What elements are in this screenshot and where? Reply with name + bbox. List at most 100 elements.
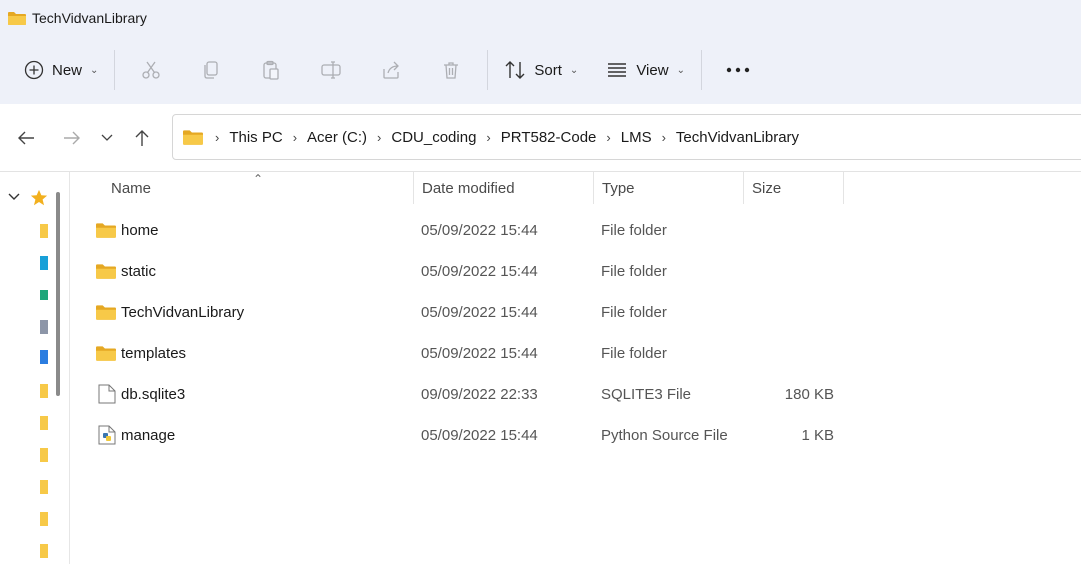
file-size — [740, 292, 834, 332]
window-title: TechVidvanLibrary — [32, 10, 147, 26]
sort-button[interactable]: Sort ⌄ — [494, 50, 588, 90]
nav-folder-icon[interactable] — [40, 416, 48, 430]
copy-button[interactable] — [181, 50, 241, 90]
view-lines-icon — [608, 63, 627, 77]
chevron-right-icon: › — [606, 129, 611, 145]
column-header-name[interactable]: Name — [103, 172, 414, 204]
file-name-cell: home — [96, 210, 159, 250]
file-row[interactable]: db.sqlite3 09/09/2022 22:33 SQLITE3 File… — [90, 374, 850, 414]
file-row[interactable]: manage 05/09/2022 15:44 Python Source Fi… — [90, 415, 850, 455]
nav-pictures-icon[interactable] — [40, 350, 48, 364]
arrow-right-icon — [64, 131, 80, 144]
breadcrumb-item[interactable]: Acer (C:) — [303, 129, 371, 146]
nav-folder-icon[interactable] — [40, 384, 48, 398]
paste-button[interactable] — [241, 50, 301, 90]
command-bar: New ⌄ Sort ⌄ View ⌄ — [0, 36, 1081, 104]
new-label: New — [52, 61, 83, 79]
scissors-icon — [142, 61, 161, 79]
file-name: TechVidvanLibrary — [121, 303, 245, 321]
file-name-cell: templates — [96, 333, 186, 373]
file-name-cell: TechVidvanLibrary — [96, 292, 244, 332]
address-bar[interactable]: › This PC › Acer (C:) › CDU_coding › PRT… — [172, 114, 1081, 160]
chevron-right-icon: › — [215, 129, 220, 145]
file-name-cell: static — [96, 251, 156, 291]
toolbar-divider — [700, 50, 702, 90]
chevron-down-icon: ⌄ — [90, 64, 99, 76]
breadcrumb-item[interactable]: This PC — [225, 129, 286, 146]
folder-icon — [96, 346, 116, 361]
chevron-down-icon: ⌄ — [569, 64, 579, 76]
file-name-cell: manage — [96, 415, 175, 455]
new-button[interactable]: New ⌄ — [14, 50, 108, 90]
view-button[interactable]: View ⌄ — [596, 50, 695, 90]
share-icon — [383, 61, 400, 79]
nav-folder-icon[interactable] — [40, 480, 48, 494]
navigation-pane — [0, 172, 70, 564]
nav-downloads-icon[interactable] — [40, 290, 48, 300]
file-type: File folder — [601, 344, 667, 362]
back-button[interactable] — [6, 118, 46, 158]
address-row: › This PC › Acer (C:) › CDU_coding › PRT… — [0, 104, 1081, 172]
clipboard-icon — [263, 60, 280, 80]
breadcrumb-item[interactable]: PRT582-Code — [497, 129, 601, 146]
nav-folder-icon[interactable] — [40, 448, 48, 462]
file-name: static — [121, 262, 157, 280]
file-row[interactable]: home 05/09/2022 15:44 File folder — [90, 210, 850, 250]
nav-folder-icon[interactable] — [40, 224, 48, 238]
column-header-type[interactable]: Type — [594, 172, 744, 204]
file-row[interactable]: TechVidvanLibrary 05/09/2022 15:44 File … — [90, 292, 850, 332]
rename-button[interactable] — [301, 50, 361, 90]
more-dots-icon — [726, 67, 750, 73]
chevron-down-icon — [101, 134, 113, 141]
file-type: SQLITE3 File — [601, 385, 692, 403]
file-type: File folder — [601, 303, 667, 321]
python-file-icon — [98, 425, 116, 445]
view-label: View — [636, 61, 669, 79]
cut-button[interactable] — [121, 50, 181, 90]
file-name: db.sqlite3 — [121, 385, 186, 403]
file-name: manage — [121, 426, 176, 444]
nav-folder-icon[interactable] — [40, 512, 48, 526]
file-row[interactable]: static 05/09/2022 15:44 File folder — [90, 251, 850, 291]
file-size: 1 KB — [801, 426, 834, 444]
plus-circle-icon — [24, 60, 44, 80]
folder-icon — [8, 12, 26, 25]
file-name: templates — [121, 344, 187, 362]
file-name: home — [121, 221, 159, 239]
rename-icon — [321, 61, 342, 79]
title-bar: TechVidvanLibrary — [0, 0, 1081, 36]
file-row[interactable]: templates 05/09/2022 15:44 File folder — [90, 333, 850, 373]
file-size — [740, 333, 834, 373]
share-button[interactable] — [361, 50, 421, 90]
column-header-size[interactable]: Size — [744, 172, 844, 204]
chevron-right-icon: › — [661, 129, 666, 145]
sort-label: Sort — [534, 61, 562, 79]
delete-button[interactable] — [421, 50, 481, 90]
expand-chevron-icon[interactable] — [8, 192, 20, 202]
file-size: 180 KB — [784, 385, 834, 403]
breadcrumb-item[interactable]: CDU_coding — [387, 129, 480, 146]
nav-desktop-icon[interactable] — [40, 256, 48, 270]
column-header-type-label: Type — [602, 179, 635, 197]
column-header-date[interactable]: Date modified — [414, 172, 594, 204]
more-options-button[interactable] — [708, 50, 768, 90]
breadcrumb-item[interactable]: LMS — [617, 129, 656, 146]
star-icon[interactable] — [30, 189, 48, 207]
nav-folder-icon[interactable] — [40, 544, 48, 558]
file-date: 05/09/2022 15:44 — [421, 303, 538, 321]
folder-icon — [183, 130, 203, 145]
nav-documents-icon[interactable] — [40, 320, 48, 334]
folder-icon — [96, 264, 116, 279]
folder-icon — [96, 305, 116, 320]
file-date: 09/09/2022 22:33 — [421, 385, 538, 403]
up-button[interactable] — [122, 118, 162, 158]
folder-icon — [96, 223, 116, 238]
arrow-left-icon — [18, 131, 34, 144]
sort-arrows-icon — [505, 61, 525, 79]
navigation-scrollbar[interactable] — [56, 192, 60, 396]
file-date: 05/09/2022 15:44 — [421, 344, 538, 362]
forward-button[interactable] — [52, 118, 92, 158]
file-date: 05/09/2022 15:44 — [421, 262, 538, 280]
breadcrumb-item[interactable]: TechVidvanLibrary — [672, 129, 803, 146]
recent-locations-button[interactable] — [92, 118, 122, 158]
